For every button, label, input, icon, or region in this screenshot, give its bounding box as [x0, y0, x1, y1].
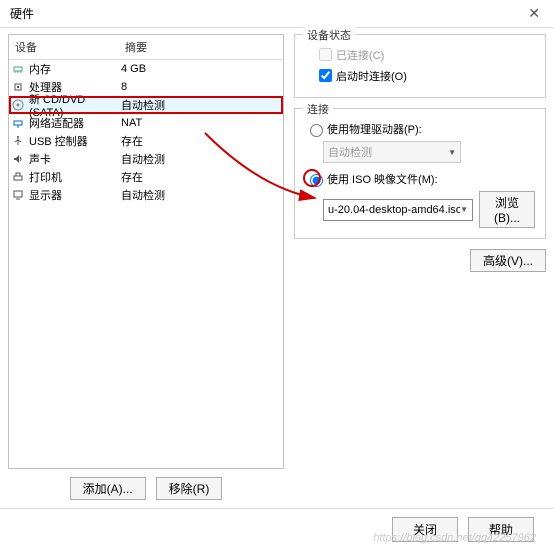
device-name: 内存: [29, 61, 121, 77]
connect-on-power-input[interactable]: [319, 69, 332, 82]
device-row[interactable]: 网络适配器NAT: [9, 114, 283, 132]
device-status-group: 设备状态 已连接(C) 启动时连接(O): [294, 34, 546, 98]
connected-checkbox-input: [319, 48, 332, 61]
iso-file-radio-input[interactable]: [310, 174, 323, 187]
device-name: USB 控制器: [29, 133, 121, 149]
remove-button[interactable]: 移除(R): [156, 477, 223, 500]
device-row[interactable]: USB 控制器存在: [9, 132, 283, 150]
connected-checkbox: 已连接(C): [315, 45, 535, 64]
browse-button[interactable]: 浏览(B)...: [479, 191, 535, 228]
device-list[interactable]: 设备 摘要 内存4 GB处理器8新 CD/DVD (SATA)自动检测网络适配器…: [8, 34, 284, 469]
device-row[interactable]: 内存4 GB: [9, 60, 283, 78]
col-header-summary: 摘要: [119, 35, 283, 59]
device-summary: 自动检测: [121, 187, 281, 203]
col-header-device: 设备: [9, 35, 119, 59]
device-summary: 4 GB: [121, 63, 281, 75]
device-name: 网络适配器: [29, 115, 121, 131]
close-icon[interactable]: ✕: [522, 1, 546, 26]
device-list-panel: 设备 摘要 内存4 GB处理器8新 CD/DVD (SATA)自动检测网络适配器…: [8, 34, 284, 500]
chevron-down-icon[interactable]: ▼: [460, 205, 468, 214]
device-name: 显示器: [29, 187, 121, 203]
device-summary: 自动检测: [121, 97, 281, 113]
display-icon: [11, 188, 25, 202]
connect-on-power-checkbox[interactable]: 启动时连接(O): [315, 66, 535, 85]
group-title-connection: 连接: [303, 101, 333, 117]
net-icon: [11, 116, 25, 130]
add-button[interactable]: 添加(A)...: [70, 477, 146, 500]
device-summary: 存在: [121, 133, 281, 149]
disc-icon: [11, 98, 25, 112]
physical-drive-radio-input[interactable]: [310, 124, 323, 137]
cpu-icon: [11, 80, 25, 94]
memory-icon: [11, 62, 25, 76]
device-row[interactable]: 显示器自动检测: [9, 186, 283, 204]
device-name: 打印机: [29, 169, 121, 185]
watermark: https://blog.csdn.net/qq42257962: [373, 532, 536, 544]
connection-group: 连接 使用物理驱动器(P): 自动检测 ▼ 使用 ISO 映像文件(M): u-…: [294, 108, 546, 239]
device-row[interactable]: 声卡自动检测: [9, 150, 283, 168]
device-row[interactable]: 打印机存在: [9, 168, 283, 186]
device-summary: 8: [121, 81, 281, 93]
device-summary: NAT: [121, 117, 281, 129]
sound-icon: [11, 152, 25, 166]
device-summary: 存在: [121, 169, 281, 185]
group-title-status: 设备状态: [303, 27, 355, 43]
iso-file-radio[interactable]: 使用 ISO 映像文件(M):: [305, 171, 535, 187]
physical-drive-dropdown: 自动检测 ▼: [323, 141, 461, 163]
dialog-title: 硬件: [10, 5, 34, 22]
advanced-button[interactable]: 高级(V)...: [470, 249, 546, 272]
usb-icon: [11, 134, 25, 148]
device-summary: 自动检测: [121, 151, 281, 167]
printer-icon: [11, 170, 25, 184]
device-row[interactable]: 新 CD/DVD (SATA)自动检测: [9, 96, 283, 114]
iso-file-dropdown[interactable]: u-20.04-desktop-amd64.iso ▼: [323, 199, 473, 221]
physical-drive-radio[interactable]: 使用物理驱动器(P):: [305, 121, 535, 137]
chevron-down-icon: ▼: [448, 148, 456, 157]
device-name: 声卡: [29, 151, 121, 167]
